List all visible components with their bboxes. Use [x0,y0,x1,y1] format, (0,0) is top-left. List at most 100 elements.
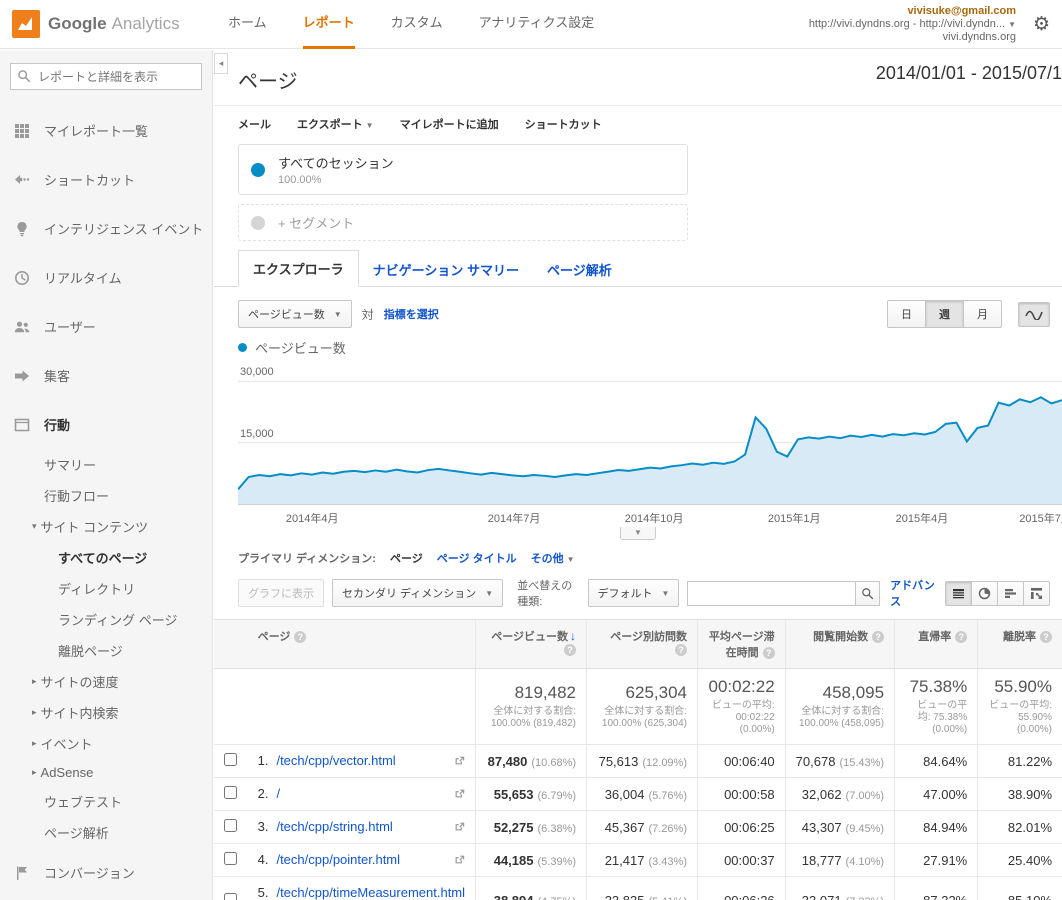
page-link[interactable]: /tech/cpp/vector.html [276,753,395,768]
account-selector[interactable]: vivisuke@gmail.com http://vivi.dyndns.or… [809,5,1016,44]
sidebar-item-landing-pages[interactable]: ランディング ページ [0,604,212,635]
sidebar-item-all-pages[interactable]: すべてのページ [0,542,212,573]
metric-select-button[interactable]: ページビュー数 ▼ [238,300,352,328]
export-button[interactable]: エクスポート ▼ [297,116,374,132]
timeseries-chart[interactable]: 30,000 15,000 2014年4月 2014年7月 2014年10月 2… [238,365,1062,527]
column-header-unique-pageviews[interactable]: ページ別訪問数? [586,619,698,669]
caret-down-icon: ▼ [661,588,670,598]
sidebar-item-acquisition[interactable]: 集客 [0,351,212,400]
dimension-page-title[interactable]: ページ タイトル [437,550,517,566]
sidebar-collapse-button[interactable]: ◂ [214,53,228,74]
sidebar-search [10,63,202,90]
select-metric-link[interactable]: 指標を選択 [384,306,439,322]
row-checkbox[interactable] [224,753,238,766]
help-icon[interactable]: ? [872,631,885,644]
help-icon[interactable]: ? [1040,631,1052,644]
add-to-dashboard-button[interactable]: マイレポートに追加 [400,116,499,132]
nav-customization[interactable]: カスタム [391,0,443,49]
page-link[interactable]: /tech/cpp/string.html [276,819,392,834]
performance-view-button[interactable] [997,580,1024,606]
column-header-page[interactable]: ページ? [247,619,476,669]
sidebar-item-conversions[interactable]: コンバージョン [0,848,212,897]
column-header-pageviews[interactable]: ページビュー数 ↓? [475,619,587,669]
open-in-new-icon[interactable] [454,754,465,769]
help-icon[interactable]: ? [955,631,968,644]
plot-rows-button[interactable]: グラフに表示 [238,579,324,607]
sidebar-item-experiments[interactable]: ウェブテスト [0,786,212,817]
page-link[interactable]: /tech/cpp/pointer.html [276,852,400,867]
row-checkbox[interactable] [224,852,238,865]
shortcut-button[interactable]: ショートカット [525,116,602,132]
all-sessions-segment[interactable]: すべてのセッション 100.00% [238,144,688,195]
email-button[interactable]: メール [238,116,271,132]
sidebar-item-behavior-flow[interactable]: 行動フロー [0,480,212,511]
open-in-new-icon[interactable] [454,820,465,835]
page-link[interactable]: / [276,786,280,801]
nav-home[interactable]: ホーム [228,0,267,49]
chart-type-button[interactable] [1018,301,1050,327]
help-icon[interactable]: ? [675,644,687,657]
segments-area: すべてのセッション 100.00% + セグメント [214,140,1062,241]
x-axis-tick-label: 2014年7月 [487,513,541,525]
sidebar-item-my-reports[interactable]: マイレポート一覧 [0,106,212,155]
nav-reporting[interactable]: レポート [302,0,355,49]
granularity-month-button[interactable]: 月 [963,300,1002,328]
granularity-day-button[interactable]: 日 [887,300,926,328]
table-search-button[interactable] [855,580,881,606]
pageviews-value: 87,480 [487,753,528,769]
column-header-exit-rate[interactable]: 離脱率? [977,619,1062,669]
tab-navigation-summary[interactable]: ナビゲーション サマリー [359,252,533,287]
granularity-week-button[interactable]: 週 [925,300,964,328]
sidebar-item-shortcuts[interactable]: ショートカット [0,155,212,204]
sidebar-search-input[interactable] [10,63,202,90]
pivot-view-button[interactable] [1023,580,1050,606]
sidebar-item-audience[interactable]: ユーザー [0,302,212,351]
page-link[interactable]: /tech/cpp/timeMeasurement.html [276,885,465,900]
table-row: 4./tech/cpp/pointer.html 44,185 (5.39%) 2… [214,843,1062,877]
sidebar-item-in-page-analytics[interactable]: ページ解析 [0,817,212,848]
help-icon[interactable]: ? [564,644,577,657]
sidebar-item-content-drilldown[interactable]: ディレクトリ [0,573,212,604]
ga-logo[interactable]: Google Analytics [12,10,180,38]
help-icon[interactable]: ? [294,631,307,644]
percentage-view-button[interactable] [971,580,998,606]
help-icon[interactable]: ? [762,647,775,660]
chart-collapse-button[interactable]: ▼ [620,527,656,540]
add-segment-button[interactable]: + セグメント [238,204,688,241]
nav-admin[interactable]: アナリティクス設定 [479,0,595,49]
sort-type-button[interactable]: デフォルト ▼ [587,579,680,607]
table-view-button[interactable] [945,580,972,606]
unique-pageviews-value: 75,613 [598,753,639,769]
page-cell: 2. / [247,777,476,811]
column-header-avg-time[interactable]: 平均ページ滞在時間? [697,619,786,669]
table-search-input[interactable] [687,580,856,606]
date-range-selector[interactable]: 2014/01/01 - 2015/07/1 [876,63,1062,84]
sidebar-item-site-search[interactable]: ▸ サイト内検索 [0,697,212,728]
column-header-entrances[interactable]: 閲覧開始数? [784,619,895,669]
row-checkbox[interactable] [224,892,238,900]
column-header-bounce-rate[interactable]: 直帰率? [894,619,978,669]
open-in-new-icon[interactable] [454,853,465,868]
sidebar-item-realtime[interactable]: リアルタイム [0,253,212,302]
sidebar-item-intelligence[interactable]: インテリジェンス イベント [0,204,212,253]
secondary-dimension-button[interactable]: セカンダリ ディメンション ▼ [332,579,504,607]
sidebar-item-behavior[interactable]: 行動 [0,400,212,449]
row-checkbox[interactable] [224,786,238,799]
row-checkbox[interactable] [224,819,238,832]
gear-icon[interactable]: ⚙ [1033,13,1050,36]
advanced-filter-link[interactable]: アドバンス [890,577,935,609]
pageviews-value: 38,894 [494,893,534,900]
sidebar-item-overview[interactable]: サマリー [0,449,212,480]
dimension-other[interactable]: その他 ▼ [531,550,575,566]
conversions-flag-icon [14,865,32,881]
tab-in-page[interactable]: ページ解析 [533,252,626,287]
sidebar-item-events[interactable]: ▸ イベント [0,728,212,759]
sidebar-item-site-content[interactable]: ▾ サイト コンテンツ [0,511,212,542]
chart-legend: ページビュー数 [214,336,1062,365]
sidebar-item-exit-pages[interactable]: 離脱ページ [0,635,212,666]
sidebar-item-site-speed[interactable]: ▸ サイトの速度 [0,666,212,697]
tab-explorer[interactable]: エクスプローラ [238,250,359,287]
open-in-new-icon[interactable] [454,787,465,802]
dimension-page[interactable]: ページ [390,550,423,566]
sidebar-item-adsense[interactable]: ▸ AdSense [0,759,212,786]
